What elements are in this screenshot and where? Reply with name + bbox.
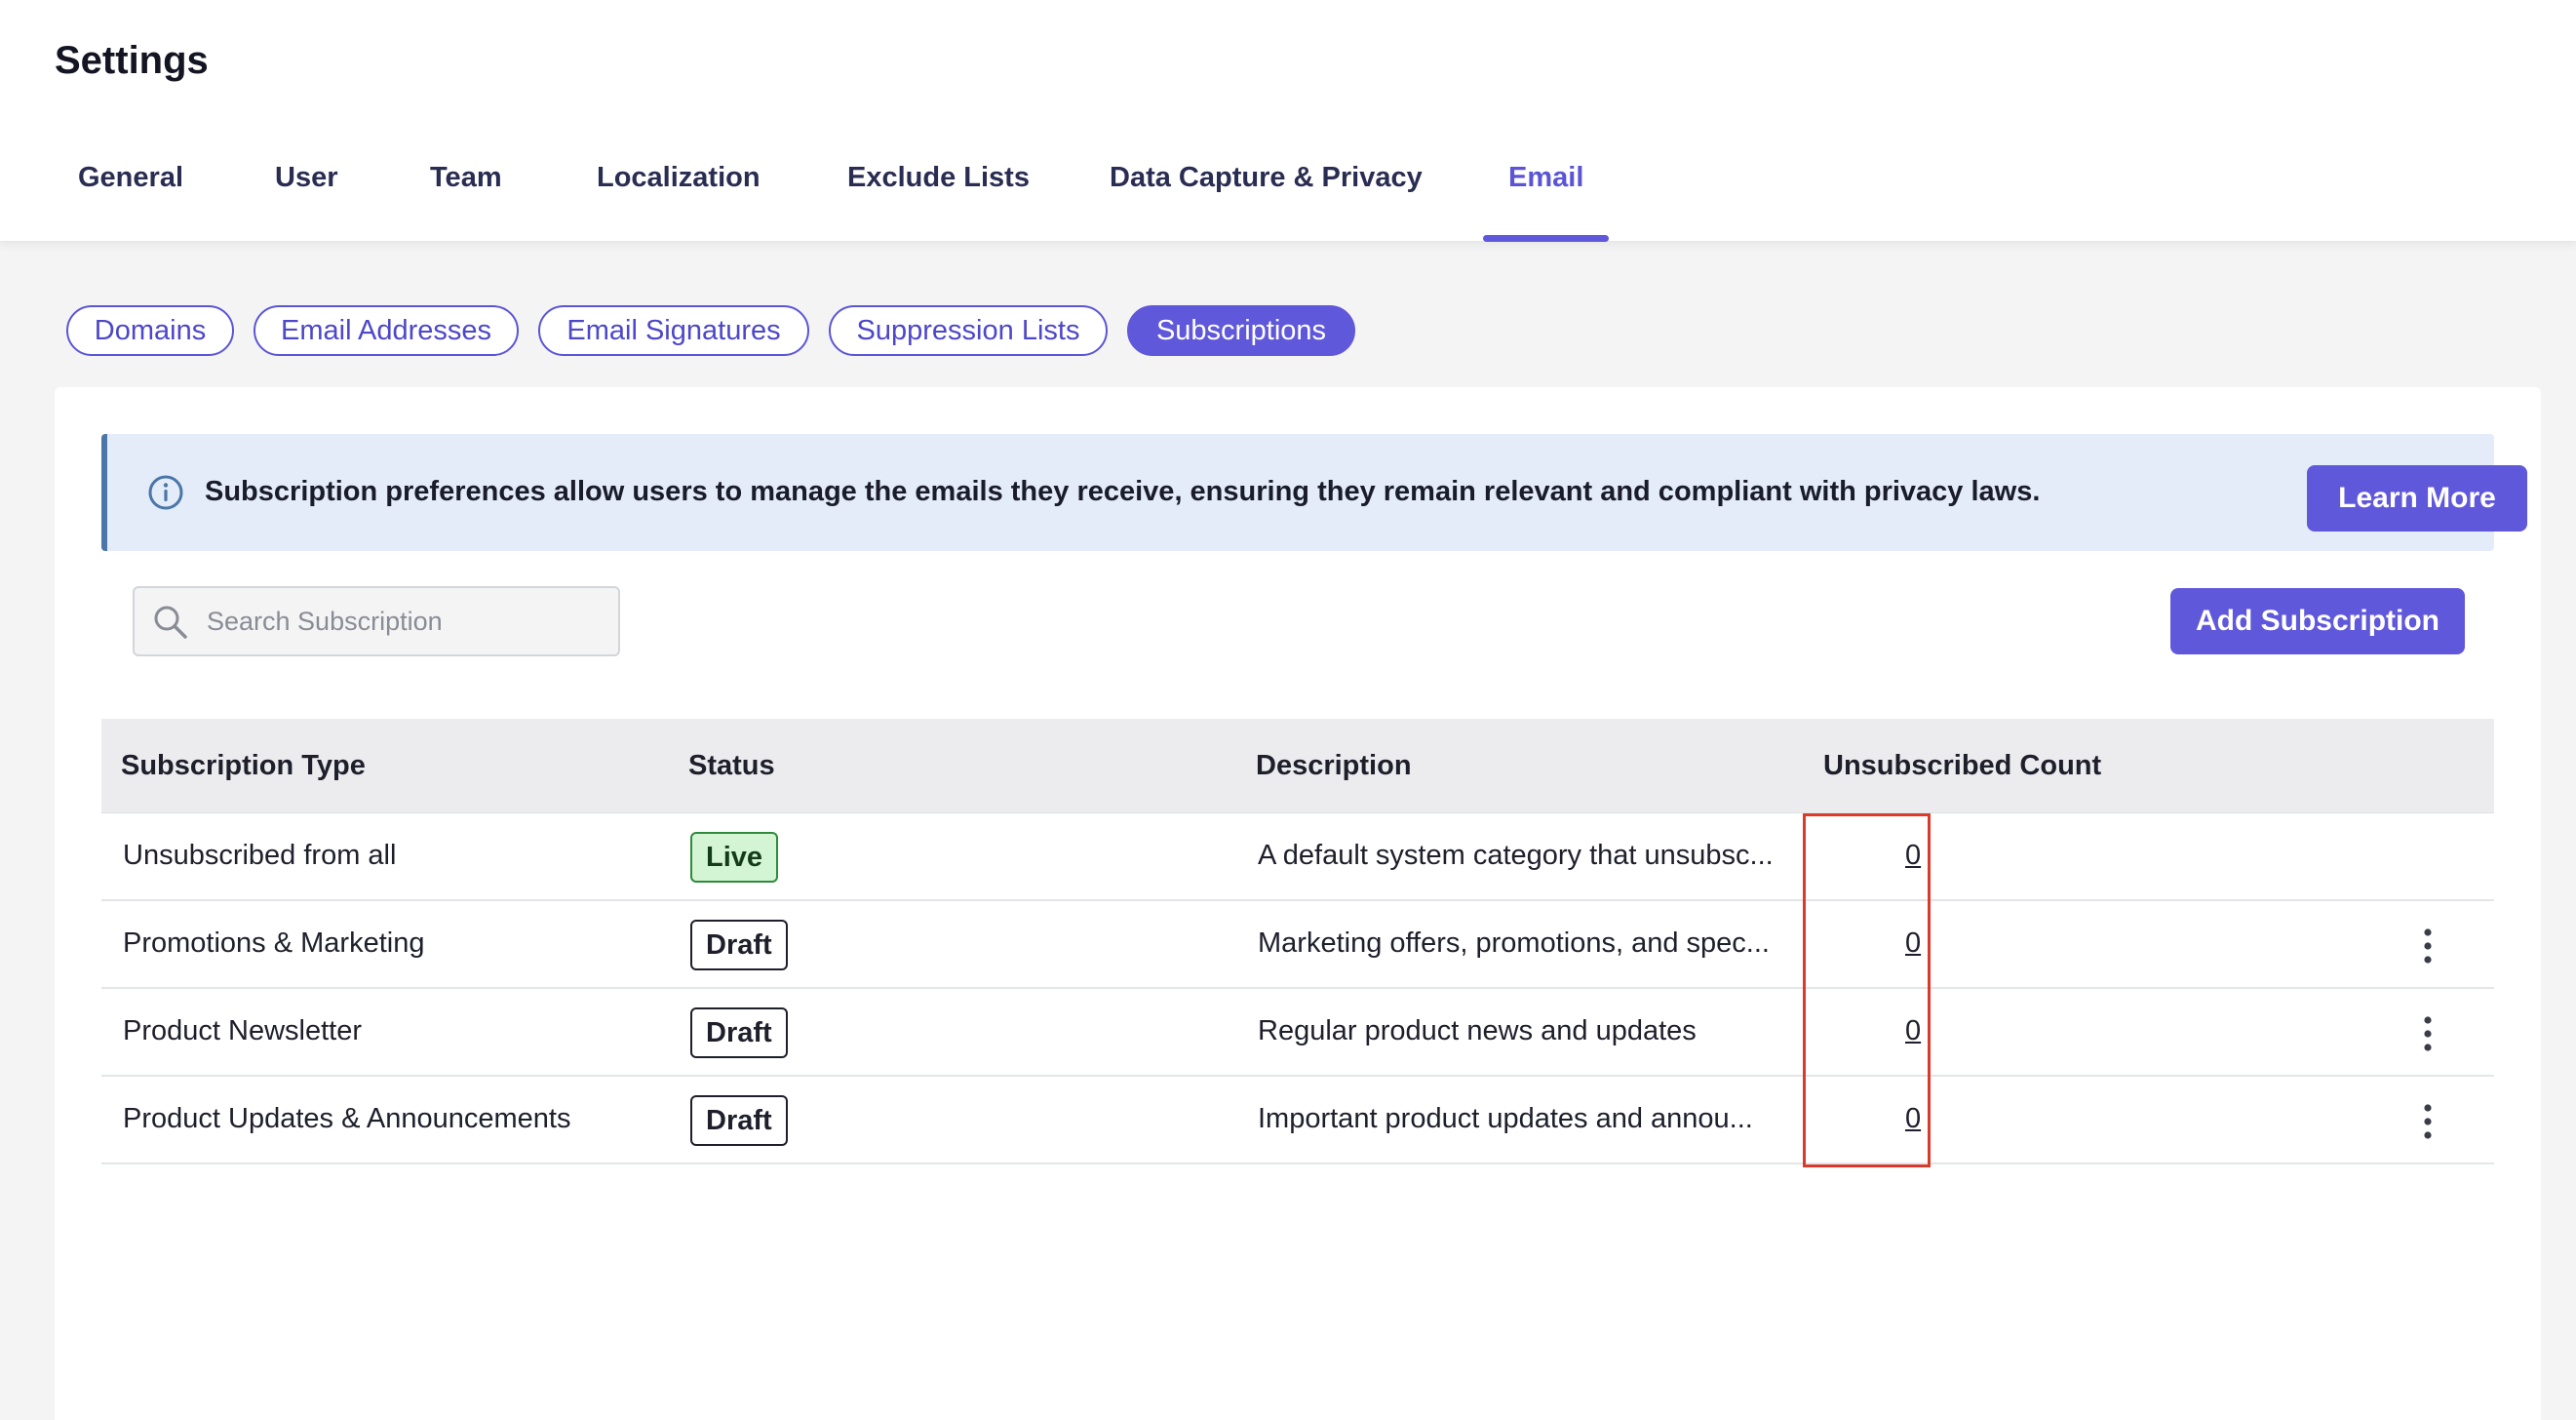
table-row[interactable]: Product Newsletter Draft Regular product…: [101, 989, 2494, 1077]
description: Marketing offers, promotions, and spec..…: [1258, 927, 1770, 959]
info-icon: [148, 475, 183, 510]
table-row[interactable]: Product Updates & Announcements Draft Im…: [101, 1077, 2494, 1164]
tab-team[interactable]: Team: [430, 162, 502, 242]
status-badge: Live: [690, 832, 779, 883]
tab-email-label: Email: [1508, 162, 1584, 193]
subscription-type: Product Updates & Announcements: [123, 1103, 571, 1134]
settings-header: Settings General User Team Localization …: [0, 0, 2576, 242]
learn-more-button[interactable]: Learn More: [2307, 465, 2527, 532]
description: Regular product news and updates: [1258, 1015, 1697, 1046]
subscription-type: Promotions & Marketing: [123, 927, 425, 959]
status-badge: Draft: [690, 920, 788, 970]
subtab-suppression-lists[interactable]: Suppression Lists: [829, 305, 1108, 356]
search-icon: [154, 606, 187, 639]
search-box: [133, 586, 620, 656]
more-options-icon[interactable]: [2416, 1102, 2439, 1141]
table-row[interactable]: Unsubscribed from all Live A default sys…: [101, 813, 2494, 901]
subtab-domains[interactable]: Domains: [66, 305, 234, 356]
more-options-icon[interactable]: [2416, 927, 2439, 966]
tab-user[interactable]: User: [275, 162, 338, 242]
header-status: Status: [688, 750, 775, 781]
subtab-email-addresses[interactable]: Email Addresses: [254, 305, 519, 356]
subscription-type: Product Newsletter: [123, 1015, 362, 1046]
subtab-subscriptions[interactable]: Subscriptions: [1127, 305, 1355, 356]
subtab-email-signatures[interactable]: Email Signatures: [538, 305, 809, 356]
more-options-icon[interactable]: [2416, 1014, 2439, 1053]
settings-tabs: General User Team Localization Exclude L…: [0, 144, 2576, 242]
description: Important product updates and annou...: [1258, 1103, 1753, 1134]
tab-localization[interactable]: Localization: [597, 162, 761, 242]
subscription-type: Unsubscribed from all: [123, 840, 397, 871]
table-row[interactable]: Promotions & Marketing Draft Marketing o…: [101, 901, 2494, 989]
header-subscription-type: Subscription Type: [121, 750, 366, 781]
page-title: Settings: [55, 39, 209, 82]
table-header: Subscription Type Status Description Uns…: [101, 719, 2494, 813]
subscriptions-table: Subscription Type Status Description Uns…: [101, 719, 2494, 1164]
description: A default system category that unsubsc..…: [1258, 840, 1774, 871]
tab-data-capture-privacy[interactable]: Data Capture & Privacy: [1110, 162, 1423, 242]
tab-exclude-lists[interactable]: Exclude Lists: [847, 162, 1030, 242]
status-badge: Draft: [690, 1095, 788, 1146]
header-description: Description: [1256, 750, 1412, 781]
status-badge: Draft: [690, 1007, 788, 1058]
info-banner: Subscription preferences allow users to …: [101, 434, 2527, 551]
active-tab-indicator: [1483, 235, 1610, 242]
search-input[interactable]: [207, 588, 597, 654]
count-column-highlight: [1803, 813, 1931, 1167]
add-subscription-button[interactable]: Add Subscription: [2170, 588, 2465, 654]
tab-general[interactable]: General: [78, 162, 183, 242]
subscriptions-card: Subscription preferences allow users to …: [55, 387, 2541, 1420]
banner-message: Subscription preferences allow users to …: [205, 476, 2041, 507]
tab-email[interactable]: Email: [1483, 162, 1610, 242]
header-unsubscribed-count: Unsubscribed Count: [1823, 750, 2102, 781]
